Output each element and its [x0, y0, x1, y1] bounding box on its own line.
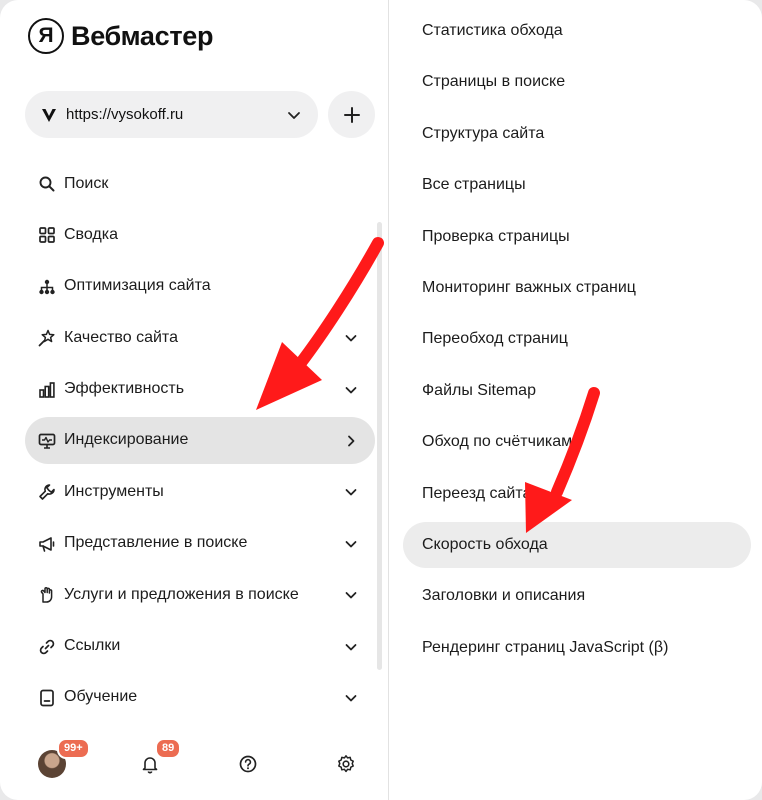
menu-item-label: Качество сайта: [64, 328, 178, 346]
chevron-down-icon: [288, 112, 300, 119]
menu-item-search-presentation[interactable]: Представление в поиске: [25, 520, 375, 567]
app-window: Я Вебмастер https://vysokoff.ru Поиск Св…: [0, 0, 762, 800]
help-icon[interactable]: [238, 754, 258, 774]
menu-item-links[interactable]: Ссылки: [25, 623, 375, 670]
menu-item-efficiency[interactable]: Эффективность: [25, 366, 375, 413]
settings-icon[interactable]: [336, 754, 356, 774]
menu-item-label: Эффективность: [64, 380, 185, 398]
submenu-item-js-rendering[interactable]: Рендеринг страниц JavaScript (β): [403, 625, 751, 671]
menu-item-site-optimization[interactable]: Оптимизация сайта: [25, 263, 375, 310]
chevron-down-icon: [345, 592, 357, 599]
menu-item-label: Индексирование: [64, 431, 189, 449]
menu-item-label: Инструменты: [64, 482, 164, 500]
menu-item-label: Сводка: [64, 225, 119, 243]
search-icon: [39, 176, 55, 192]
menu-item-label: Оптимизация сайта: [64, 277, 211, 295]
submenu-item-titles-descriptions[interactable]: Заголовки и описания: [403, 573, 751, 619]
bottom-toolbar: 99+ 89: [0, 735, 388, 795]
left-sidebar: Я Вебмастер https://vysokoff.ru Поиск Св…: [0, 0, 388, 800]
avatar-badge: 99+: [57, 738, 90, 759]
submenu-item-counter-crawl[interactable]: Обход по счётчикам: [403, 419, 751, 465]
site-favicon-icon: [42, 109, 56, 122]
yandex-logo-icon: Я: [28, 18, 64, 54]
add-site-button[interactable]: [328, 91, 375, 138]
submenu-item-label: Обход по счётчикам: [422, 433, 573, 451]
submenu-item-label: Статистика обхода: [422, 22, 563, 39]
notifications-badge: 89: [155, 738, 182, 759]
submenu-item-label: Переезд сайта: [422, 484, 532, 502]
menu-item-site-quality[interactable]: Качество сайта: [25, 314, 375, 361]
chevron-down-icon: [345, 695, 357, 702]
link-icon: [39, 639, 55, 654]
indexing-submenu-panel: Статистика обхода Страницы в поиске Стру…: [389, 0, 762, 800]
chevron-down-icon: [345, 489, 357, 496]
plus-icon: [343, 106, 360, 123]
menu-item-label: Поиск: [64, 174, 109, 192]
submenu-item-pages-in-search[interactable]: Страницы в поиске: [403, 59, 751, 105]
menu-item-indexing[interactable]: Индексирование: [25, 416, 375, 464]
bell-icon[interactable]: [140, 754, 160, 774]
submenu-item-label: Скорость обхода: [422, 535, 548, 553]
bar-chart-icon: [39, 381, 55, 398]
menu-item-services-offers[interactable]: Услуги и предложения в поиске: [25, 571, 375, 618]
submenu-item-page-check[interactable]: Проверка страницы: [403, 214, 751, 260]
webmaster-logo[interactable]: Я Вебмастер: [28, 17, 213, 55]
logo-text: Вебмастер: [71, 20, 214, 51]
hand-icon: [40, 587, 53, 603]
wrench-icon: [39, 484, 55, 501]
submenu-item-label: Все страницы: [422, 176, 526, 194]
sidebar-scrollbar[interactable]: [377, 222, 382, 670]
submenu-item-label: Заголовки и описания: [422, 587, 586, 605]
submenu-item-label: Структура сайта: [422, 124, 545, 142]
submenu-item-sitemap-files[interactable]: Файлы Sitemap: [403, 368, 751, 414]
menu-item-tools[interactable]: Инструменты: [25, 468, 375, 515]
chevron-down-icon: [345, 386, 357, 393]
chevron-down-icon: [345, 540, 357, 548]
book-icon: [40, 689, 54, 707]
submenu-item-crawl-rate[interactable]: Скорость обхода: [403, 521, 751, 568]
site-url: https://vysokoff.ru: [66, 106, 184, 123]
submenu-item-recrawl[interactable]: Переобход страниц: [403, 316, 751, 362]
main-menu: Поиск Сводка Оптимизация сайта Качество …: [25, 160, 375, 725]
submenu-item-site-move[interactable]: Переезд сайта: [403, 471, 751, 517]
submenu-item-label: Страницы в поиске: [422, 73, 566, 91]
submenu-item-label: Файлы Sitemap: [422, 381, 536, 399]
monitor-icon: [38, 433, 56, 449]
submenu-item-all-pages[interactable]: Все страницы: [403, 162, 751, 208]
site-selector[interactable]: https://vysokoff.ru: [25, 91, 318, 138]
menu-item-label: Услуги и предложения в поиске: [64, 585, 299, 603]
chevron-right-icon: [348, 435, 355, 447]
menu-item-label: Представление в поиске: [64, 534, 248, 552]
menu-item-search[interactable]: Поиск: [25, 160, 375, 207]
chevron-down-icon: [345, 335, 357, 342]
menu-item-label: Ссылки: [64, 637, 121, 655]
megaphone-icon: [39, 536, 55, 552]
menu-item-summary[interactable]: Сводка: [25, 211, 375, 258]
submenu-item-label: Рендеринг страниц JavaScript (β): [422, 638, 669, 656]
submenu-item-label: Проверка страницы: [422, 227, 570, 245]
chevron-down-icon: [345, 643, 357, 650]
menu-item-learning[interactable]: Обучение: [25, 674, 375, 721]
submenu-item-label: Мониторинг важных страниц: [422, 278, 636, 296]
sitemap-icon: [39, 279, 55, 294]
submenu-item-crawl-stats[interactable]: Статистика обхода: [403, 8, 751, 54]
star-wand-icon: [38, 329, 55, 347]
submenu-item-important-pages[interactable]: Мониторинг важных страниц: [403, 265, 751, 311]
grid-icon: [39, 227, 55, 244]
submenu-item-label: Переобход страниц: [422, 330, 568, 348]
submenu-list: Статистика обхода Страницы в поиске Стру…: [403, 8, 751, 676]
menu-item-label: Обучение: [64, 688, 138, 706]
submenu-item-site-structure[interactable]: Структура сайта: [403, 111, 751, 157]
